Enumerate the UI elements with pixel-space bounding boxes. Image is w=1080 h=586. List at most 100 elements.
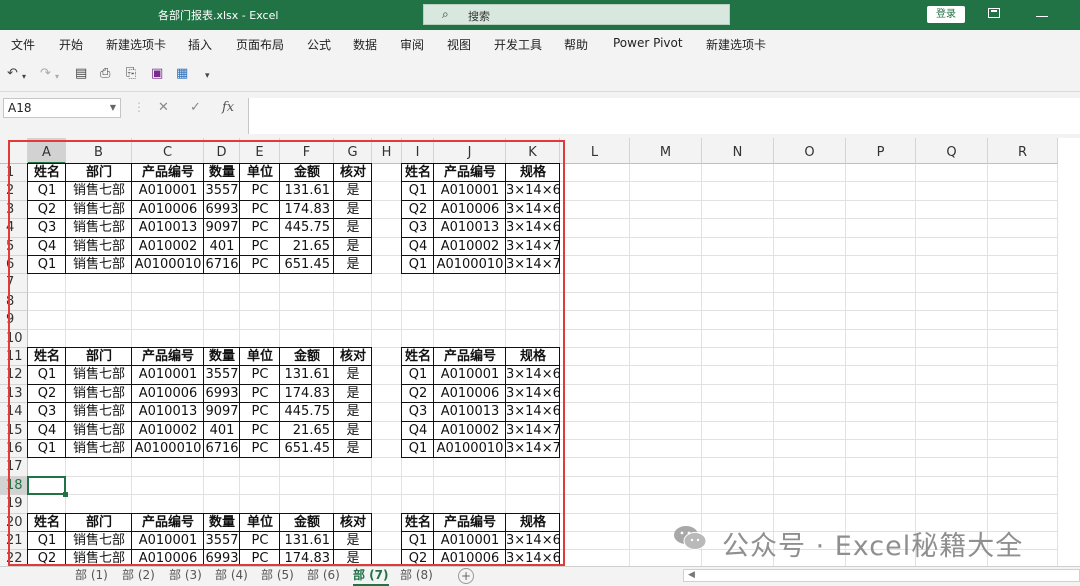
menu-new-tab-2[interactable]: 新建选项卡 — [706, 36, 766, 53]
table-cell[interactable]: 3×14×67 — [506, 366, 560, 384]
table-cell[interactable]: Q1 — [28, 256, 66, 274]
table-cell[interactable]: 是 — [334, 219, 372, 237]
table-cell[interactable]: PC — [240, 219, 280, 237]
table-header-cell[interactable]: 单位 — [240, 348, 280, 366]
table-cell[interactable]: 401 — [204, 238, 240, 256]
table-cell[interactable]: PC — [240, 532, 280, 550]
table-cell[interactable]: Q3 — [402, 403, 434, 421]
table-cell[interactable]: 131.61 — [280, 182, 334, 200]
table-cell[interactable]: PC — [240, 403, 280, 421]
table-cell[interactable]: 6993 — [204, 385, 240, 403]
table-cell[interactable]: 21.65 — [280, 238, 334, 256]
table-cell[interactable]: 是 — [334, 385, 372, 403]
selected-cell-a18[interactable] — [27, 475, 68, 498]
table-cell[interactable]: 3×14×68 — [506, 201, 560, 219]
menu-home[interactable]: 开始 — [59, 36, 83, 53]
table-cell[interactable]: 3×14×69 — [506, 403, 560, 421]
table-cell[interactable]: Q2 — [28, 201, 66, 219]
save-icon[interactable]: ▣ — [151, 67, 163, 81]
layout-icon[interactable]: ▦ — [176, 67, 188, 81]
table-cell[interactable]: 6716 — [204, 256, 240, 274]
table-header-cell[interactable]: 金额 — [280, 164, 334, 182]
table-cell[interactable]: 是 — [334, 182, 372, 200]
column-header-m[interactable]: M — [630, 138, 702, 164]
table-header-cell[interactable]: 核对 — [334, 514, 372, 532]
column-header-c[interactable]: C — [132, 138, 204, 164]
table-cell[interactable]: A0100010 — [434, 256, 506, 274]
table-header-cell[interactable]: 产品编号 — [434, 164, 506, 182]
column-header-n[interactable]: N — [702, 138, 774, 164]
table-cell[interactable]: A010006 — [434, 201, 506, 219]
table-cell[interactable]: 是 — [334, 422, 372, 440]
table-cell[interactable]: Q1 — [28, 440, 66, 458]
table-cell[interactable]: Q1 — [402, 366, 434, 384]
table-cell[interactable]: A010001 — [132, 182, 204, 200]
minimize-icon[interactable] — [1036, 16, 1048, 17]
table-cell[interactable]: PC — [240, 440, 280, 458]
table-cell[interactable]: A010013 — [132, 403, 204, 421]
table-cell[interactable]: PC — [240, 422, 280, 440]
table-header-cell[interactable]: 规格 — [506, 348, 560, 366]
table-cell[interactable]: A010001 — [434, 532, 506, 550]
table-cell[interactable]: Q3 — [28, 403, 66, 421]
chevron-down-icon[interactable]: ▼ — [110, 99, 116, 117]
table-cell[interactable]: 销售七部 — [66, 219, 132, 237]
menu-page-layout[interactable]: 页面布局 — [236, 36, 284, 53]
table-cell[interactable]: 6993 — [204, 201, 240, 219]
table-cell[interactable]: 9097 — [204, 219, 240, 237]
column-header-r[interactable]: R — [988, 138, 1058, 164]
row-header-17[interactable]: 17 — [0, 458, 28, 477]
table-cell[interactable]: 401 — [204, 422, 240, 440]
table-cell[interactable]: 销售七部 — [66, 201, 132, 219]
table-cell[interactable]: PC — [240, 256, 280, 274]
menu-help[interactable]: 帮助 — [564, 36, 588, 53]
table-header-cell[interactable]: 数量 — [204, 164, 240, 182]
table-header-cell[interactable]: 姓名 — [28, 348, 66, 366]
login-button[interactable]: 登录 — [927, 6, 965, 23]
table-cell[interactable]: 销售七部 — [66, 182, 132, 200]
table-cell[interactable]: Q4 — [28, 238, 66, 256]
menu-new-tab[interactable]: 新建选项卡 — [106, 36, 166, 53]
table-cell[interactable]: PC — [240, 238, 280, 256]
menu-power-pivot[interactable]: Power Pivot — [613, 36, 683, 50]
row-header-10[interactable]: 10 — [0, 329, 28, 348]
table-cell[interactable]: 是 — [334, 403, 372, 421]
customize-toolbar-icon[interactable]: ▾ — [205, 69, 210, 83]
table-cell[interactable]: 3×14×71 — [506, 256, 560, 274]
table-cell[interactable]: PC — [240, 201, 280, 219]
table-header-cell[interactable]: 部门 — [66, 514, 132, 532]
row-header-19[interactable]: 19 — [0, 495, 28, 514]
table-cell[interactable]: 3×14×68 — [506, 385, 560, 403]
table-header-cell[interactable]: 产品编号 — [132, 164, 204, 182]
table-cell[interactable]: A010002 — [132, 422, 204, 440]
row-header-2[interactable]: 2 — [0, 182, 28, 201]
table-cell[interactable]: Q4 — [402, 422, 434, 440]
search-box[interactable]: ⌕ 搜索 — [423, 4, 730, 25]
table-cell[interactable]: A010001 — [132, 532, 204, 550]
row-header-15[interactable]: 15 — [0, 421, 28, 440]
sheet-tab-5[interactable]: 部 (5) — [261, 567, 294, 584]
cancel-icon[interactable]: ✕ — [158, 100, 169, 115]
table-cell[interactable]: A010001 — [132, 366, 204, 384]
table-header-cell[interactable]: 核对 — [334, 164, 372, 182]
table-cell[interactable]: 3×14×70 — [506, 422, 560, 440]
redo-icon[interactable]: ↷ — [40, 67, 51, 81]
table-cell[interactable]: PC — [240, 366, 280, 384]
menu-formulas[interactable]: 公式 — [307, 36, 331, 53]
column-header-a[interactable]: A — [28, 138, 66, 164]
table-cell[interactable]: A010013 — [132, 219, 204, 237]
table-header-cell[interactable]: 规格 — [506, 514, 560, 532]
table-cell[interactable]: Q1 — [402, 256, 434, 274]
table-cell[interactable]: 3557 — [204, 366, 240, 384]
table-cell[interactable]: 是 — [334, 256, 372, 274]
column-header-d[interactable]: D — [204, 138, 240, 164]
table-cell[interactable]: 174.83 — [280, 385, 334, 403]
table-header-cell[interactable]: 姓名 — [28, 514, 66, 532]
column-header-f[interactable]: F — [280, 138, 334, 164]
table-header-cell[interactable]: 产品编号 — [132, 514, 204, 532]
table-cell[interactable]: 是 — [334, 440, 372, 458]
table-cell[interactable]: 9097 — [204, 403, 240, 421]
table-cell[interactable]: 3×14×71 — [506, 440, 560, 458]
table-cell[interactable]: 131.61 — [280, 366, 334, 384]
row-header-6[interactable]: 6 — [0, 256, 28, 275]
